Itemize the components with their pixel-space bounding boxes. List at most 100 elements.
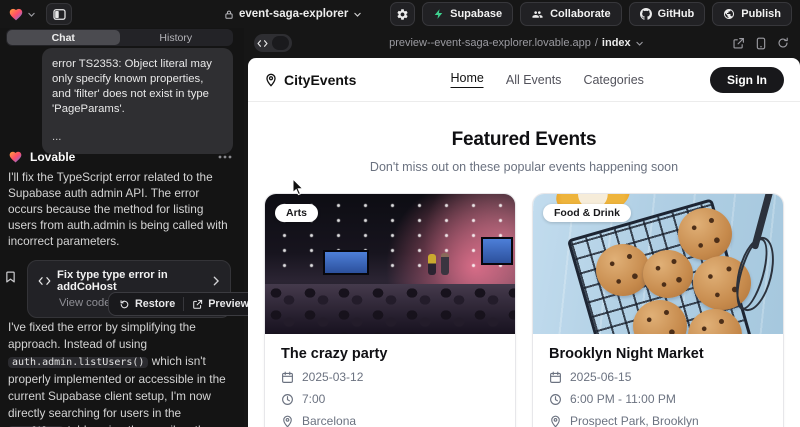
preview-url[interactable]: preview--event-saga-explorer.lovable.app… bbox=[389, 28, 644, 58]
preview-button[interactable]: Preview bbox=[184, 295, 257, 313]
section-title: Featured Events bbox=[248, 129, 800, 151]
event-date: 2025-06-15 bbox=[570, 370, 631, 384]
clock-icon bbox=[281, 393, 294, 406]
event-time-row: 6:00 PM - 11:00 PM bbox=[549, 392, 767, 406]
topbar-actions: Supabase Collaborate GitHub Publish bbox=[390, 2, 792, 26]
project-name: event-saga-explorer bbox=[239, 8, 348, 20]
publish-button[interactable]: Publish bbox=[712, 2, 792, 26]
nav-home[interactable]: Home bbox=[451, 71, 484, 88]
github-icon bbox=[640, 8, 652, 20]
event-card[interactable]: Food & Drink Brooklyn Night Market 2025-… bbox=[532, 193, 784, 427]
collaborate-button[interactable]: Collaborate bbox=[520, 2, 622, 26]
restore-icon bbox=[119, 299, 130, 310]
event-image-conference: Arts bbox=[265, 194, 515, 334]
decor bbox=[428, 254, 436, 275]
refresh-icon[interactable] bbox=[777, 37, 789, 49]
code-icon bbox=[38, 276, 51, 286]
sidebar-toggle-button[interactable] bbox=[46, 3, 72, 25]
event-cards-grid: Arts The crazy party 2025-03-12 bbox=[264, 193, 784, 427]
event-date: 2025-03-12 bbox=[302, 370, 363, 384]
chat-panel: Chat History error TS2353: Object litera… bbox=[0, 28, 244, 427]
event-location: Prospect Park, Brooklyn bbox=[570, 414, 699, 427]
collaborate-label: Collaborate bbox=[550, 8, 611, 20]
site-brand-name: CityEvents bbox=[284, 72, 356, 88]
event-date-row: 2025-06-15 bbox=[549, 370, 767, 384]
github-label: GitHub bbox=[658, 8, 695, 20]
url-separator: / bbox=[595, 37, 598, 49]
chevron-down-icon bbox=[353, 10, 362, 19]
calendar-icon bbox=[549, 371, 562, 384]
publish-label: Publish bbox=[741, 8, 781, 20]
decor bbox=[323, 250, 370, 275]
preview-region: preview--event-saga-explorer.lovable.app… bbox=[248, 28, 800, 427]
assistant-body-text: I've fixed the error by simplifying the … bbox=[8, 319, 237, 427]
map-pin-icon bbox=[281, 415, 294, 427]
event-location-row: Prospect Park, Brooklyn bbox=[549, 414, 767, 427]
app-window: event-saga-explorer Supabase bbox=[0, 0, 800, 427]
event-location-row: Barcelona bbox=[281, 414, 499, 427]
more-options-icon[interactable] bbox=[218, 155, 232, 159]
site-preview-page: CityEvents Home All Events Categories Si… bbox=[248, 58, 800, 427]
external-link-icon bbox=[192, 299, 203, 310]
open-external-icon[interactable] bbox=[732, 37, 745, 50]
lovable-heart-icon bbox=[8, 7, 24, 22]
people-icon bbox=[531, 9, 544, 20]
bookmark-icon[interactable] bbox=[4, 270, 17, 284]
clock-icon bbox=[549, 393, 562, 406]
category-badge: Food & Drink bbox=[543, 204, 631, 222]
panel-layout-icon bbox=[53, 9, 66, 20]
supabase-label: Supabase bbox=[450, 8, 502, 20]
sign-in-button[interactable]: Sign In bbox=[710, 67, 784, 93]
url-page: index bbox=[602, 37, 631, 49]
chat-tabbar: Chat History bbox=[6, 29, 233, 46]
code-view-toggle[interactable] bbox=[254, 34, 292, 52]
github-button[interactable]: GitHub bbox=[629, 2, 706, 26]
assistant-intro-text: I'll fix the TypeScript error related to… bbox=[8, 169, 234, 249]
assistant-header: Lovable bbox=[8, 150, 232, 164]
category-badge: Arts bbox=[275, 204, 318, 222]
tab-chat[interactable]: Chat bbox=[7, 30, 120, 45]
event-time: 7:00 bbox=[302, 392, 325, 406]
nav-all-events[interactable]: All Events bbox=[506, 73, 562, 87]
event-time-row: 7:00 bbox=[281, 392, 499, 406]
decor bbox=[441, 253, 449, 275]
event-time: 6:00 PM - 11:00 PM bbox=[570, 392, 676, 406]
mobile-view-icon[interactable] bbox=[756, 37, 766, 50]
preview-toolbar: preview--event-saga-explorer.lovable.app… bbox=[248, 28, 800, 58]
body-text-segment: I've fixed the error by simplifying the … bbox=[8, 320, 196, 351]
featured-section-header: Featured Events Don't miss out on these … bbox=[248, 102, 800, 174]
chevron-down-icon bbox=[27, 10, 36, 19]
settings-button[interactable] bbox=[390, 2, 415, 26]
preview-tools bbox=[732, 37, 800, 50]
preview-label: Preview bbox=[208, 298, 249, 310]
code-icon bbox=[257, 39, 268, 48]
message-actions: Restore Preview bbox=[108, 292, 260, 316]
supabase-button[interactable]: Supabase bbox=[422, 2, 513, 26]
url-host: preview--event-saga-explorer.lovable.app bbox=[389, 37, 591, 49]
chevron-down-icon bbox=[635, 39, 644, 48]
map-pin-icon bbox=[264, 73, 278, 87]
globe-icon bbox=[723, 8, 735, 20]
supabase-bolt-icon bbox=[433, 8, 444, 20]
site-nav: Home All Events Categories bbox=[451, 71, 644, 88]
project-switcher[interactable]: event-saga-explorer bbox=[224, 0, 362, 28]
tab-history[interactable]: History bbox=[120, 30, 233, 45]
event-location: Barcelona bbox=[302, 414, 356, 427]
restore-label: Restore bbox=[135, 298, 175, 310]
nav-categories[interactable]: Categories bbox=[583, 73, 643, 87]
lovable-logo-menu[interactable] bbox=[8, 7, 36, 22]
assistant-name: Lovable bbox=[30, 150, 75, 164]
event-image-cookies: Food & Drink bbox=[533, 194, 783, 334]
topbar: event-saga-explorer Supabase bbox=[0, 0, 800, 28]
event-title: Brooklyn Night Market bbox=[549, 346, 767, 362]
site-header: CityEvents Home All Events Categories Si… bbox=[248, 58, 800, 102]
decor bbox=[596, 244, 650, 296]
restore-button[interactable]: Restore bbox=[111, 295, 183, 313]
code-change-title: Fix type type error in addCoHost bbox=[57, 269, 206, 293]
event-card[interactable]: Arts The crazy party 2025-03-12 bbox=[264, 193, 516, 427]
event-date-row: 2025-03-12 bbox=[281, 370, 499, 384]
chevron-right-icon bbox=[212, 276, 220, 286]
decor bbox=[481, 237, 513, 265]
decor bbox=[678, 208, 732, 260]
site-brand[interactable]: CityEvents bbox=[264, 72, 356, 88]
